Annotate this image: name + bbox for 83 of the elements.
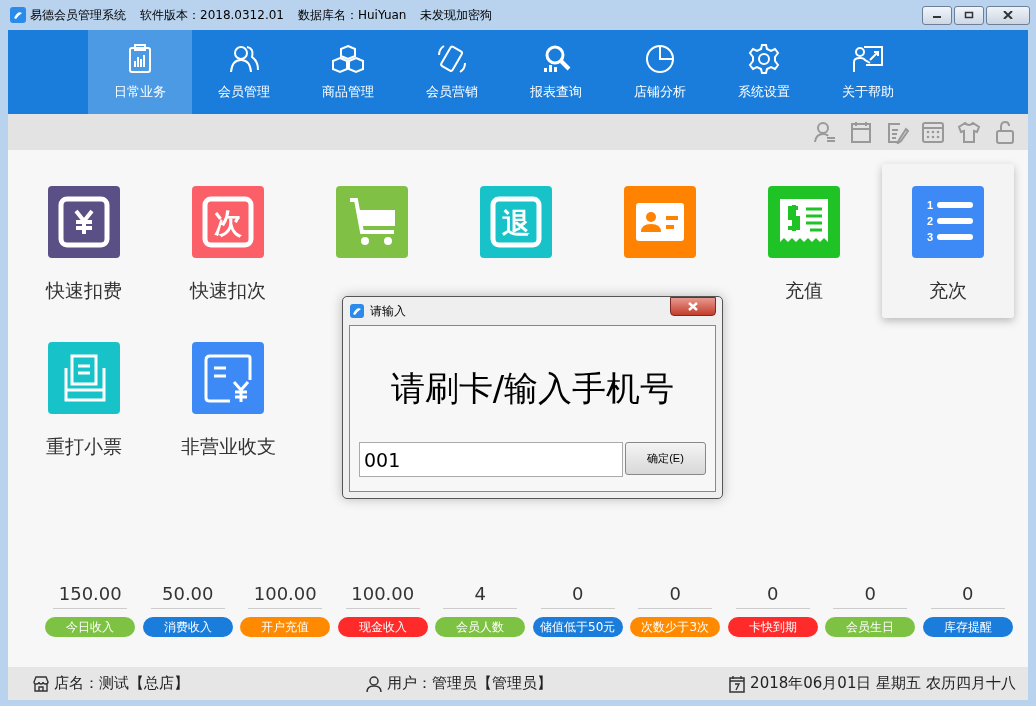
date-text: 2018年06月01日 星期五 农历四月十八: [750, 674, 1016, 693]
nav-tab[interactable]: 报表查询: [504, 30, 608, 114]
shirt-button[interactable]: [956, 119, 982, 145]
user-swap-icon: [813, 120, 837, 144]
window-title: 易德会员管理系统: [30, 6, 126, 24]
edit-icon: [885, 120, 909, 144]
function-tile[interactable]: 充值: [738, 164, 870, 318]
stat-label[interactable]: 会员人数: [435, 617, 526, 637]
calendar-icon: [849, 120, 873, 144]
function-tile[interactable]: 重打小票: [18, 320, 150, 474]
settings-icon: [748, 43, 780, 75]
character-icon: 退: [480, 186, 552, 258]
function-tile[interactable]: 次 快速扣次: [162, 164, 294, 318]
function-tile[interactable]: 快速扣费: [18, 164, 150, 318]
nav-tab[interactable]: 系统设置: [712, 30, 816, 114]
people-icon: [228, 43, 260, 75]
nav-tab[interactable]: 关于帮助: [816, 30, 920, 114]
calendar-icon: [728, 674, 747, 693]
maximize-button[interactable]: [954, 5, 984, 25]
shop-icon: [32, 674, 50, 693]
stat-value: 0: [930, 583, 1005, 609]
pie-chart-icon: [644, 43, 676, 75]
cubes-icon: [332, 43, 364, 75]
stat-value: 150.00: [53, 583, 128, 609]
prompt-text: 请刷卡/输入手机号: [390, 367, 675, 410]
minimize-button[interactable]: [922, 5, 952, 25]
cart-icon: [336, 186, 408, 258]
yen-icon: [48, 186, 120, 258]
close-icon: [1003, 11, 1013, 19]
stat-value: 50.00: [150, 583, 225, 609]
stat-label[interactable]: 消费收入: [142, 617, 233, 637]
function-tile[interactable]: 退: [450, 164, 582, 262]
nav-tab[interactable]: 商品管理: [296, 30, 400, 114]
confirm-button[interactable]: 确定(E): [625, 442, 706, 475]
function-tile[interactable]: 1 2 3 充次: [882, 164, 1014, 318]
keypad-icon: [921, 120, 945, 144]
phone-icon: [436, 43, 468, 75]
stat-label[interactable]: 次数少于3次: [630, 617, 721, 637]
close-icon: [687, 301, 699, 311]
presenter-icon: [852, 43, 884, 75]
user-icon: [365, 674, 384, 693]
stat-value: 0: [735, 583, 810, 609]
id-card-icon: [624, 186, 696, 258]
stat-label[interactable]: 储值低于50元: [532, 617, 623, 637]
dialog-title: 请输入: [370, 302, 406, 320]
lock-icon: [993, 120, 1017, 144]
nav-tab[interactable]: 会员管理: [192, 30, 296, 114]
printer-icon: [48, 342, 120, 414]
nav-tab[interactable]: 会员营销: [400, 30, 504, 114]
stat-value: 0: [638, 583, 713, 609]
shop-name: 店名：测试【总店】: [54, 674, 189, 693]
maximize-icon: [964, 11, 974, 19]
stat-value: 100.00: [248, 583, 323, 609]
user-name: 用户：管理员【管理员】: [387, 674, 553, 693]
nav-tab[interactable]: 日常业务: [88, 30, 192, 114]
stat-label[interactable]: 会员生日: [825, 617, 916, 637]
nav-tab[interactable]: 店铺分析: [608, 30, 712, 114]
close-button[interactable]: [986, 5, 1030, 25]
stat-value: 100.00: [345, 583, 420, 609]
app-logo-icon: [350, 304, 364, 318]
stat-label[interactable]: 开户充值: [240, 617, 331, 637]
stat-label[interactable]: 现金收入: [337, 617, 428, 637]
stat-value: 0: [540, 583, 615, 609]
title-info: 数据库名：HuiYuan: [298, 6, 407, 24]
close-button[interactable]: [670, 296, 716, 316]
stat-label[interactable]: 卡快到期: [727, 617, 818, 637]
stat-label[interactable]: 库存提醒: [922, 617, 1013, 637]
stat-label[interactable]: 今日收入: [45, 617, 136, 637]
character-icon: 次: [192, 186, 264, 258]
title-info: 未发现加密狗: [420, 6, 493, 24]
stat-value: 4: [443, 583, 518, 609]
user-swap-button[interactable]: [812, 119, 838, 145]
bill-icon: [192, 342, 264, 414]
shirt-icon: [957, 120, 981, 144]
keypad-button[interactable]: [920, 119, 946, 145]
input-field[interactable]: 001: [359, 442, 623, 477]
title-info: 软件版本：2018.0312.01: [140, 6, 284, 24]
numbered-list-icon: 1 2 3: [912, 186, 984, 258]
app-logo-icon: [10, 7, 26, 23]
calendar-button[interactable]: [848, 119, 874, 145]
stat-value: 0: [833, 583, 908, 609]
receipt-icon: [768, 186, 840, 258]
function-tile[interactable]: 非营业收支: [162, 320, 294, 474]
